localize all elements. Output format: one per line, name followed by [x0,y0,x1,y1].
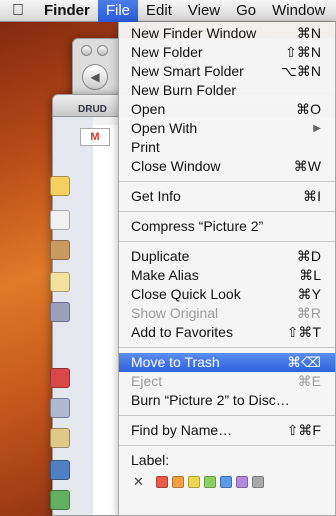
star-icon[interactable] [50,368,70,388]
label-color-swatches: ✕ [119,470,335,494]
drive-icon[interactable] [50,302,70,322]
disk-icon[interactable] [50,398,70,418]
shortcut-label: ⌘I [303,188,321,204]
menu-item-label: Show Original [131,305,219,321]
menu-item-make-alias[interactable]: Make Alias ⌘L [119,266,335,285]
menu-separator [119,445,335,446]
menu-item-compress[interactable]: Compress “Picture 2” [119,217,335,236]
shortcut-label: ⌥⌘N [280,63,321,79]
menu-item-label: Get Info [131,188,181,204]
calendar-icon[interactable] [50,210,70,230]
menu-item-open-with[interactable]: Open With ▶ [119,119,335,138]
menu-item-label: Close Quick Look [131,286,241,302]
shortcut-label: ⇧⌘N [285,44,321,60]
script-icon[interactable] [50,490,70,510]
label-orange-swatch[interactable] [171,476,184,488]
menu-separator [119,347,335,348]
shortcut-label: ⌘⌫ [287,354,321,370]
menu-separator [119,415,335,416]
file-menu: New Finder Window ⌘N New Folder ⇧⌘N New Sm… [118,22,336,516]
menu-item-close-quick-look[interactable]: Close Quick Look ⌘Y [119,285,335,304]
menu-view[interactable]: View [180,0,228,22]
shortcut-label: ⇧⌘T [286,324,321,340]
menu-item-find-by-name[interactable]: Find by Name… ⇧⌘F [119,421,335,440]
menu-item-label: Eject [131,373,163,389]
folder-icon[interactable] [50,176,70,196]
menu-separator [119,181,335,182]
menu-item-new-folder[interactable]: New Folder ⇧⌘N [119,43,335,62]
menu-item-get-info[interactable]: Get Info ⌘I [119,187,335,206]
archive-icon[interactable] [50,428,70,448]
menu-item-label: New Burn Folder [131,82,237,98]
back-arrow-icon[interactable]: ◀ [82,64,108,90]
address-book-icon[interactable] [50,240,70,260]
menu-window[interactable]: Window [264,0,333,22]
menu-item-add-to-favorites[interactable]: Add to Favorites ⇧⌘T [119,323,335,342]
menu-item-label: Duplicate [131,248,190,264]
menu-item-new-burn-folder[interactable]: New Burn Folder [119,81,335,100]
menu-item-burn-to-disc[interactable]: Burn “Picture 2” to Disc… [119,391,335,410]
label-green-swatch[interactable] [203,476,216,488]
menu-item-label: New Finder Window [131,25,257,41]
shortcut-label: ⇧⌘F [286,422,321,438]
menu-item-eject: Eject ⌘E [119,372,335,391]
shortcut-label: ⌘D [296,248,321,264]
shortcut-label: ⌘Y [297,286,321,302]
shortcut-label: ⌘L [299,267,321,283]
shortcut-label: ⌘E [297,373,321,389]
menu-item-label: Move to Trash [131,354,220,370]
menu-item-new-finder-window[interactable]: New Finder Window ⌘N [119,24,335,43]
menu-item-label: Compress “Picture 2” [131,218,264,234]
network-icon[interactable] [50,460,70,480]
label-section-title: Label: [131,452,170,468]
menu-go[interactable]: Go [228,0,264,22]
clear-label-icon[interactable]: ✕ [133,474,144,490]
menu-edit[interactable]: Edit [138,0,180,22]
label-yellow-swatch[interactable] [187,476,200,488]
menu-item-label: Print [131,139,160,155]
menu-item-show-original: Show Original ⌘R [119,304,335,323]
label-red-swatch[interactable] [155,476,168,488]
menu-item-label: Find by Name… [131,422,233,438]
menu-bar:  Finder File Edit View Go Window [0,0,336,22]
menu-item-duplicate[interactable]: Duplicate ⌘D [119,247,335,266]
menu-item-label: Burn “Picture 2” to Disc… [131,392,290,408]
gmail-tab-icon[interactable]: M [80,128,110,146]
menu-item-label: New Smart Folder [131,63,244,79]
menu-separator [119,211,335,212]
menu-item-print[interactable]: Print [119,138,335,157]
window-title-fragment: DRUD [78,104,107,115]
menu-finder[interactable]: Finder [36,0,98,22]
menu-file[interactable]: File [97,0,139,22]
label-purple-swatch[interactable] [235,476,248,488]
menu-item-new-smart-folder[interactable]: New Smart Folder ⌥⌘N [119,62,335,81]
menu-item-label: Make Alias [131,267,199,283]
shortcut-label: ⌘R [296,305,321,321]
shortcut-label: ⌘O [296,101,321,117]
menu-item-close-window[interactable]: Close Window ⌘W [119,157,335,176]
menu-item-label: Open [131,101,166,117]
window-minimize-button[interactable] [97,45,108,56]
menu-item-label: Add to Favorites [131,324,233,340]
menu-item-label: Open With [131,120,198,136]
menu-item-label: New Folder [131,44,203,60]
shortcut-label: ⌘W [293,158,321,174]
menu-item-move-to-trash[interactable]: Move to Trash ⌘⌫ [119,353,335,372]
label-blue-swatch[interactable] [219,476,232,488]
menu-item-open[interactable]: Open ⌘O [119,100,335,119]
submenu-arrow-icon: ▶ [313,123,321,134]
label-gray-swatch[interactable] [251,476,264,488]
menu-item-label: Close Window [131,158,221,174]
menu-separator [119,241,335,242]
apple-icon[interactable]:  [0,2,36,20]
shortcut-label: ⌘N [296,25,321,41]
checklist-icon[interactable] [50,272,70,292]
window-close-button[interactable] [81,45,92,56]
